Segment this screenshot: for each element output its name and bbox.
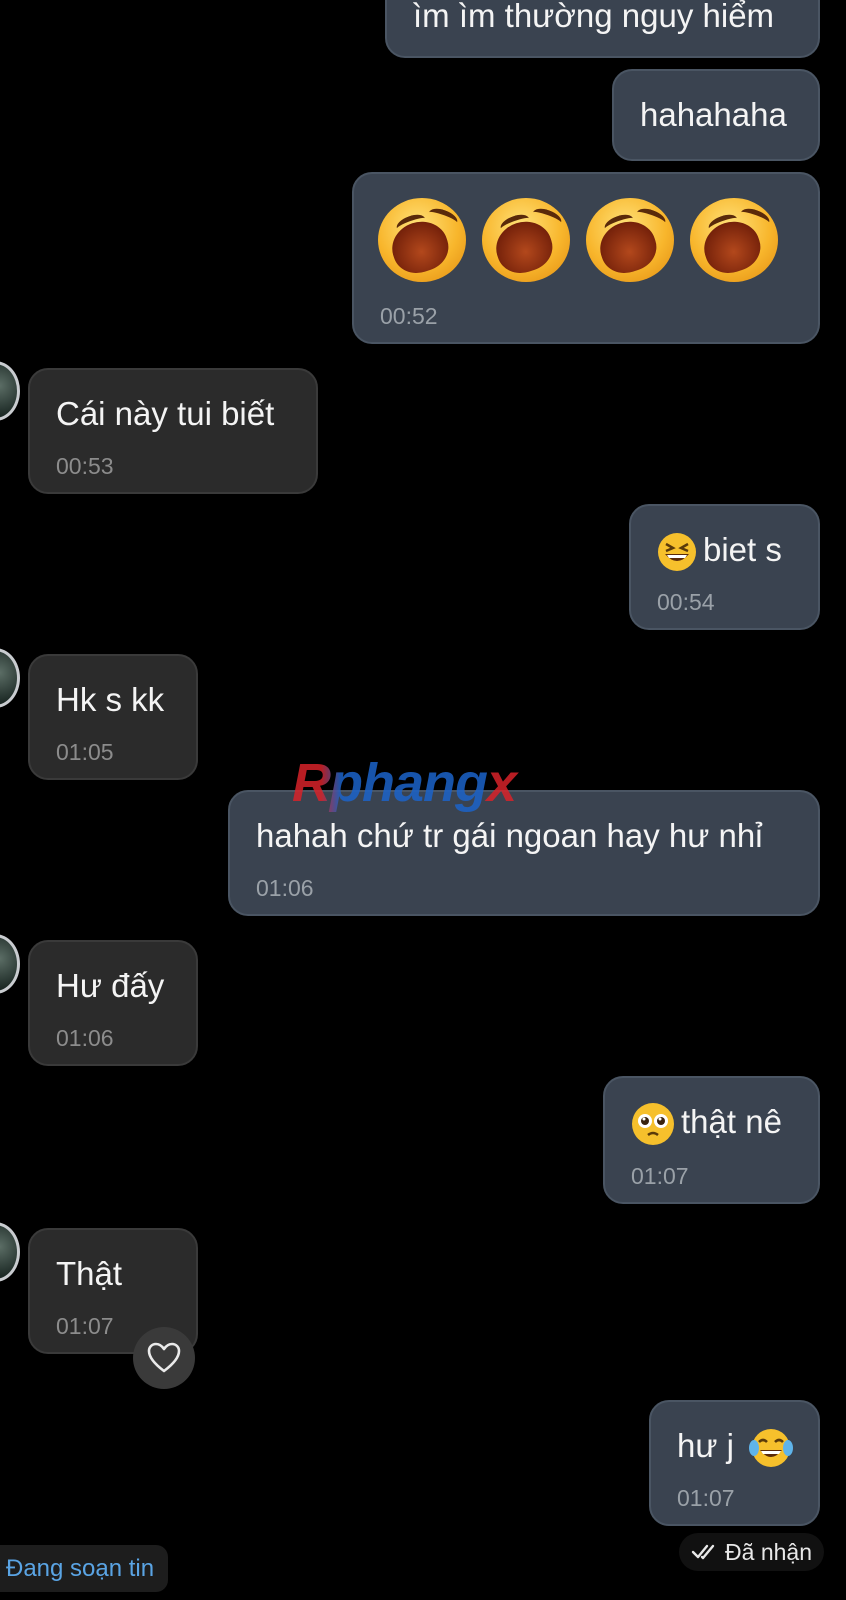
message-bubble-outgoing[interactable]: hahah chứ tr gái ngoan hay hư nhỉ 01:06: [228, 790, 820, 916]
message-time: 01:05: [56, 739, 114, 765]
message-bubble-outgoing[interactable]: ìm ìm thường nguy hiểm: [385, 0, 820, 58]
delivery-status: Đã nhận: [679, 1533, 824, 1571]
delivery-status-label: Đã nhận: [725, 1538, 812, 1565]
message-text: thật nê: [681, 1103, 782, 1140]
message-text: hahahaha: [640, 96, 787, 133]
contact-avatar[interactable]: [0, 934, 20, 994]
typing-indicator: Đang soạn tin: [0, 1545, 169, 1592]
message-bubble-outgoing[interactable]: biet s 00:54: [629, 504, 820, 630]
message-bubble-outgoing[interactable]: hahahaha: [612, 69, 820, 161]
heart-icon: [147, 1342, 181, 1373]
message-text: hư j: [677, 1427, 734, 1464]
message-text: Hk s kk: [56, 681, 165, 718]
heart-reaction-button[interactable]: [133, 1327, 195, 1389]
message-time: 00:53: [56, 453, 114, 479]
message-bubble-outgoing[interactable]: hư j 01:07: [649, 1400, 820, 1526]
laughing-face-emoji: [378, 198, 466, 282]
message-text: Thật: [56, 1255, 123, 1292]
message-text: Hư đấy: [56, 967, 165, 1004]
message-text-row: biet s: [657, 530, 782, 572]
message-time: 01:06: [56, 1025, 114, 1051]
message-bubble-incoming[interactable]: Hư đấy 01:06: [28, 940, 198, 1066]
message-time: 00:54: [657, 589, 715, 615]
message-text: Cái này tui biết: [56, 395, 275, 432]
message-time: 01:07: [677, 1485, 735, 1511]
message-text-row: hư j: [677, 1426, 799, 1470]
message-time: 01:07: [56, 1313, 114, 1339]
laughing-face-emoji: [586, 198, 674, 282]
message-bubble-outgoing[interactable]: thật nê 01:07: [603, 1076, 820, 1204]
grinning-squinting-emoji: [658, 533, 696, 572]
message-time: 01:06: [256, 875, 314, 901]
message-bubble-incoming[interactable]: Hk s kk 01:05: [28, 654, 198, 780]
message-text-row: thật nê: [631, 1102, 782, 1146]
typing-indicator-label: Đang soạn tin: [6, 1554, 155, 1582]
pleading-face-emoji: [632, 1103, 674, 1146]
message-text: ìm ìm thường nguy hiểm: [413, 0, 775, 34]
contact-avatar[interactable]: [0, 1222, 20, 1282]
contact-avatar[interactable]: [0, 648, 20, 708]
message-time: 00:52: [380, 303, 438, 329]
tears-of-joy-emoji: [749, 1429, 794, 1468]
double-check-icon: [691, 1544, 715, 1560]
contact-avatar[interactable]: [0, 361, 20, 421]
laughing-face-emoji: [482, 198, 570, 282]
laughing-face-emoji: [690, 198, 778, 282]
message-text: biet s: [703, 531, 782, 568]
message-time: 01:07: [631, 1163, 689, 1189]
message-text: hahah chứ tr gái ngoan hay hư nhỉ: [256, 817, 763, 854]
message-bubble-outgoing[interactable]: 00:52: [352, 172, 820, 344]
message-bubble-incoming[interactable]: Cái này tui biết 00:53: [28, 368, 318, 494]
